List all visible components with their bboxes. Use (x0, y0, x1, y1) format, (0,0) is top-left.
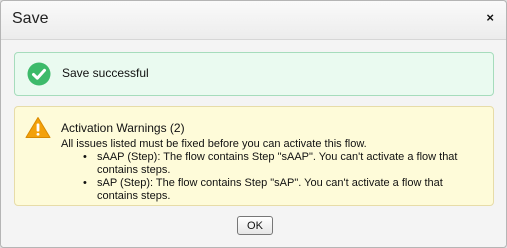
save-dialog: Save × Save successful Activation Warnin… (0, 0, 507, 248)
bullet: • (83, 151, 87, 163)
dialog-title: Save (12, 10, 49, 27)
warning-item-text: sAAP (Step): The flow contains Step "sAA… (97, 151, 458, 176)
dialog-body: Save successful Activation Warnings (2) … (1, 40, 506, 247)
warning-list: • sAAP (Step): The flow contains Step "s… (61, 151, 481, 203)
warning-message: Activation Warnings (2) All issues liste… (14, 106, 494, 206)
dialog-header: Save × (1, 1, 506, 40)
bullet: • (83, 177, 87, 189)
warning-item-text: sAP (Step): The flow contains Step "sAP"… (97, 177, 443, 202)
close-icon[interactable]: × (486, 10, 494, 25)
list-item: • sAAP (Step): The flow contains Step "s… (61, 151, 481, 176)
warning-title: Activation Warnings (2) (61, 121, 185, 135)
warning-detail: All issues listed must be fixed before y… (61, 138, 367, 150)
success-message: Save successful (14, 52, 494, 96)
warning-triangle-icon (25, 117, 51, 138)
success-text: Save successful (62, 66, 149, 80)
list-item: • sAP (Step): The flow contains Step "sA… (61, 177, 481, 202)
check-circle-icon (27, 62, 51, 86)
ok-button[interactable]: OK (237, 216, 273, 235)
